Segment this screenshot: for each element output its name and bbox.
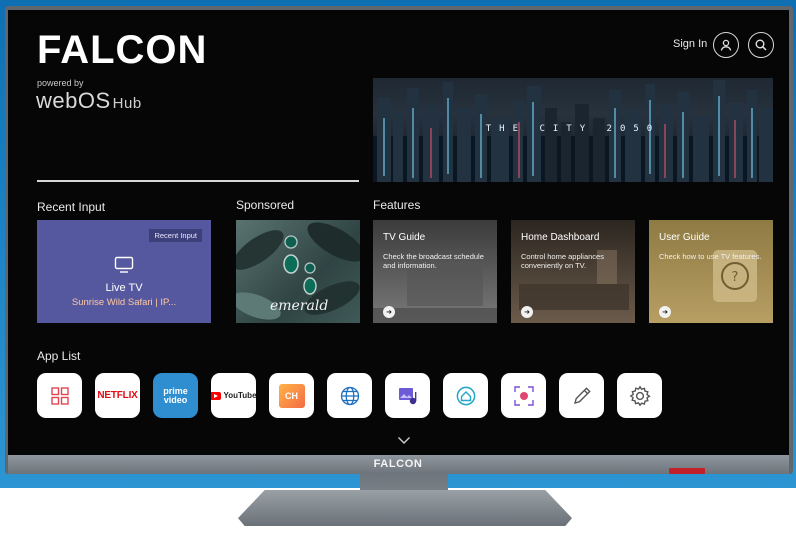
features-label: Features — [373, 198, 421, 212]
settings-app[interactable] — [617, 373, 662, 418]
prime-video-label: prime video — [163, 385, 188, 405]
user-icon — [720, 39, 732, 51]
header-divider — [37, 180, 359, 182]
feature-card-tv-guide[interactable]: TV Guide Check the broadcast schedule an… — [373, 220, 497, 323]
recent-input-label: Recent Input — [37, 200, 106, 214]
recent-input-subtitle: Sunrise Wild Safari | IP... — [71, 297, 177, 308]
home-dashboard-app[interactable] — [443, 373, 488, 418]
feature-title: User Guide — [659, 232, 710, 243]
feature-title: Home Dashboard — [521, 232, 600, 243]
home-dashboard-icon — [456, 386, 475, 405]
webos-label: webOS — [36, 88, 111, 113]
search-icon — [755, 39, 767, 51]
sponsored-label: Sponsored — [236, 198, 295, 212]
hero-title: THE CITY 2050 — [485, 124, 661, 134]
channels-label: CH — [285, 390, 298, 401]
tv-icon — [114, 256, 134, 273]
arrow-right-icon: ➜ — [383, 306, 395, 318]
gallery-icon — [398, 387, 416, 404]
all-apps-button[interactable] — [37, 373, 82, 418]
youtube-logo: YouTube — [211, 391, 256, 400]
arrow-right-icon: ➜ — [659, 306, 671, 318]
globe-icon — [340, 386, 359, 405]
arrow-right-icon: ➜ — [521, 306, 533, 318]
chevron-down-icon[interactable] — [397, 436, 411, 445]
svg-text:?: ? — [732, 270, 739, 285]
sponsored-card[interactable]: emerald — [236, 220, 360, 323]
netflix-app[interactable]: NETFLIX — [95, 373, 140, 418]
sign-in-link[interactable]: Sign In — [673, 38, 707, 50]
tv-stand-base — [238, 490, 572, 526]
screen-capture-app[interactable] — [501, 373, 546, 418]
youtube-label: YouTube — [223, 391, 256, 400]
feature-description: Check how to use TV features. — [659, 252, 762, 261]
youtube-app[interactable]: YouTube — [211, 373, 256, 418]
feature-card-user-guide[interactable]: ? User Guide Check how to use TV feature… — [649, 220, 773, 323]
web-browser-app[interactable] — [327, 373, 372, 418]
power-led — [669, 468, 705, 474]
screen-capture-icon — [513, 385, 534, 406]
sponsored-brand-text: emerald — [270, 298, 329, 314]
prime-video-app[interactable]: prime video — [153, 373, 198, 418]
apps-icon — [50, 386, 69, 405]
feature-description: Check the broadcast schedule and informa… — [383, 252, 484, 271]
youtube-play-icon — [211, 391, 222, 400]
pencil-icon — [573, 386, 591, 404]
feature-description: Control home appliances conveniently on … — [521, 252, 604, 271]
webos-hub-logo: webOS Hub — [36, 88, 142, 114]
settings-icon — [629, 385, 651, 406]
channels-icon: CH — [278, 383, 305, 408]
search-button[interactable] — [748, 32, 774, 58]
tv-screen: FALCON powered by webOS Hub Sign In THE … — [14, 16, 785, 454]
account-button[interactable] — [713, 32, 739, 58]
recent-input-card[interactable]: Recent Input Live TV Sunrise Wild Safari… — [37, 220, 211, 323]
recent-input-tag: Recent Input — [149, 229, 202, 242]
hub-label: Hub — [112, 95, 142, 112]
channels-app[interactable]: CH — [269, 373, 314, 418]
recent-input-title: Live TV — [105, 282, 143, 294]
hero-banner[interactable]: THE CITY 2050 — [373, 78, 773, 182]
edit-app[interactable] — [559, 373, 604, 418]
feature-title: TV Guide — [383, 232, 426, 243]
brand-logo: FALCON — [37, 28, 208, 72]
powered-by-label: powered by — [37, 78, 84, 88]
feature-card-home-dashboard[interactable]: Home Dashboard Control home appliances c… — [511, 220, 635, 323]
gallery-app[interactable] — [385, 373, 430, 418]
app-list-label: App List — [37, 349, 81, 363]
